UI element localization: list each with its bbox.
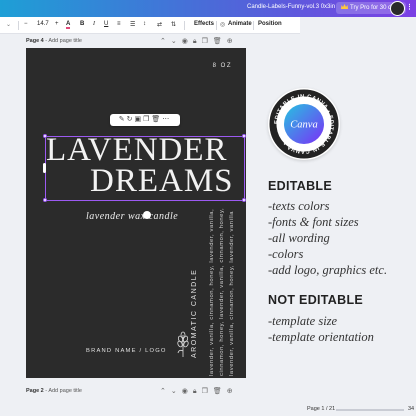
editable-item: -colors [268,247,304,261]
top-header-bar: Candle-Labels-Funny-vol.3 0x3in Try Pro … [0,0,416,17]
page-2-label: Page 2 [26,388,44,394]
vertical-title[interactable]: AROMATIC CANDLE [191,269,198,358]
canva-badge-graphic: EDITABLE IN CANVA • EDITABLE IN CANVA • … [269,89,339,159]
increase-font-button[interactable]: + [55,21,59,27]
divider [253,20,254,30]
lock-icon[interactable]: 🔒︎ [193,38,202,45]
text-color-icon[interactable]: A [66,21,71,29]
lock-icon[interactable]: 🔒︎ [193,388,202,395]
editable-item: -all wording [268,231,330,245]
position-button[interactable]: Position [258,21,282,27]
user-avatar[interactable] [390,1,405,16]
title-line-2[interactable]: DREAMS [90,163,234,200]
not-editable-heading: NOT EDITABLE [268,293,364,307]
divider [18,20,19,30]
resize-handle[interactable] [242,198,246,202]
add-page-icon[interactable]: ⊕ [227,38,238,45]
resize-handle[interactable] [242,134,246,138]
duplicate-icon[interactable]: ❐ [202,388,213,395]
selection-floating-toolbar: ✎↻▣❐🗑︎⋯ [110,114,180,126]
hide-eye-icon[interactable]: ◉ [182,38,193,45]
lavender-sprig-icon[interactable] [176,331,190,357]
design-canvas[interactable]: 8 OZ ✎↻▣❐🗑︎⋯ LAVENDER DREAMS lavender wa… [26,48,246,378]
duplicate-icon[interactable]: ❐ [202,38,213,45]
font-size-input[interactable]: 14.7 [37,21,49,27]
mouse-cursor-icon [143,211,151,219]
page-4-title-input[interactable]: Add page title [48,38,82,44]
ingredients-line-3[interactable]: lavender, vanilla, cinnamon, honey, lave… [229,211,235,376]
underline-icon[interactable]: U [104,21,108,27]
brand-name[interactable]: BRAND NAME / LOGO [86,348,167,354]
spacing-icon[interactable]: ↕ [143,21,146,27]
hide-eye-icon[interactable]: ◉ [182,388,193,395]
chevron-down-icon[interactable]: ⌄ [171,38,182,45]
not-editable-item: -template orientation [268,330,374,344]
animate-icon: ◎ [220,22,226,28]
ingredients-line-1[interactable]: lavender, vanilla, cinnamon, honey, lave… [209,209,215,376]
editable-in-canva-badge: EDITABLE IN CANVA • EDITABLE IN CANVA • … [268,88,340,160]
delete-icon[interactable]: 🗑︎ [151,116,162,123]
label-size[interactable]: 8 OZ [213,63,232,69]
bold-icon[interactable]: B [80,21,84,27]
chevron-down-icon[interactable]: ⌄ [171,388,182,395]
trash-icon[interactable]: 🗑︎ [213,38,227,45]
not-editable-item: -template size [268,314,338,328]
editable-item: -texts colors [268,199,330,213]
editable-item: -add logo, graphics etc. [268,263,388,277]
italic-icon[interactable]: I [93,21,95,27]
document-title[interactable]: Candle-Labels-Funny-vol.3 0x3in [247,4,335,10]
page-2-title-input[interactable]: Add page title [48,388,82,394]
divider [216,20,217,30]
animate-button[interactable]: Animate [228,21,252,27]
zoom-slider[interactable] [336,409,404,411]
label-subtitle[interactable]: lavender wax candle [86,211,178,222]
editable-item: -fonts & font sizes [268,215,359,229]
ingredients-line-2[interactable]: cinnamon, honey, lavender, vanilla, cinn… [219,208,225,376]
vertical-text-icon[interactable]: ⇅ [171,21,176,28]
add-page-icon[interactable]: ⊕ [227,388,238,395]
more-dots-icon[interactable]: ⋮ [406,3,413,11]
text-direction-icon[interactable]: ⇄ [157,21,162,28]
magic-edit-icon[interactable]: ✎ [119,116,127,123]
more-icon[interactable]: ⋯ [162,116,171,123]
page-4-header: Page 4 - Add page title [26,38,82,44]
chevron-up-icon[interactable]: ⌃ [160,38,171,45]
resize-handle[interactable] [43,198,47,202]
font-dropdown-chevron-icon[interactable]: ⌄ [6,21,11,28]
align-icon[interactable]: ≡ [117,21,121,27]
page-2-header: Page 2 - Add page title [26,388,82,394]
page-4-actions: ⌃⌄◉🔒︎❐🗑︎⊕ [160,37,238,46]
zoom-level[interactable]: 34 [408,406,414,412]
list-icon[interactable]: ☰ [130,21,135,28]
page-indicator[interactable]: Page 1 / 21 [307,406,335,412]
effects-button[interactable]: Effects [194,21,214,27]
decrease-font-button[interactable]: − [24,21,28,27]
page-2-actions: ⌃⌄◉🔒︎❐🗑︎⊕ [160,387,238,396]
divider [184,20,185,30]
chevron-up-icon[interactable]: ⌃ [160,388,171,395]
crown-icon [341,4,348,10]
page-4-label: Page 4 [26,38,44,44]
lock-icon[interactable]: ▣ [134,116,143,123]
canva-logo-text: Canva [290,120,317,131]
trash-icon[interactable]: 🗑︎ [213,388,227,395]
editable-heading: EDITABLE [268,179,332,193]
text-toolbar: ⌄ − 14.7 + A B I U ≡ ☰ ↕ ⇄ ⇅ Effects ◎ A… [0,17,300,34]
